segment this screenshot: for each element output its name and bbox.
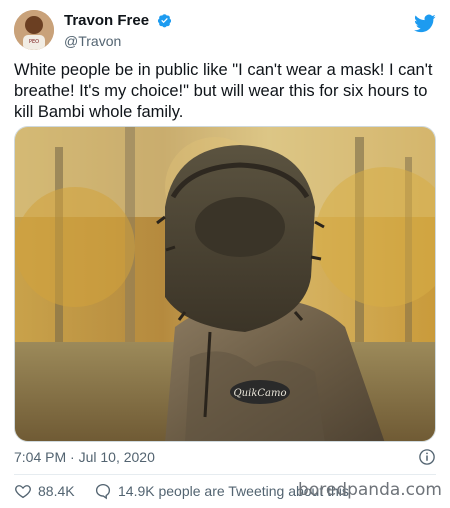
- divider: [14, 474, 436, 475]
- tweet-header: PEO Travon Free @Travon: [14, 10, 436, 54]
- author-names: Travon Free @Travon: [64, 12, 172, 49]
- author-handle[interactable]: @Travon: [64, 33, 172, 49]
- twitter-bird-icon[interactable]: [414, 12, 436, 34]
- tweet-timestamp[interactable]: 7:04 PM · Jul 10, 2020: [14, 449, 155, 465]
- like-count: 88.4K: [38, 483, 75, 499]
- heart-icon: [15, 485, 31, 499]
- reply-bubble-icon: [95, 483, 111, 500]
- display-name[interactable]: Travon Free: [64, 12, 149, 29]
- tweet-text: White people be in public like "I can't …: [14, 61, 433, 121]
- verified-badge-icon: [157, 14, 171, 28]
- watermark: boredpanda.com: [298, 480, 442, 500]
- svg-text:PEO: PEO: [29, 39, 39, 45]
- avatar[interactable]: PEO: [14, 10, 54, 50]
- tweet-card: PEO Travon Free @Travon White people be …: [0, 0, 450, 508]
- tweet-media-photo[interactable]: QuikCamo: [14, 126, 436, 442]
- like-button[interactable]: 88.4K: [14, 482, 75, 500]
- info-icon[interactable]: [418, 448, 436, 466]
- patch-logo-text: QuikCamo: [233, 388, 286, 399]
